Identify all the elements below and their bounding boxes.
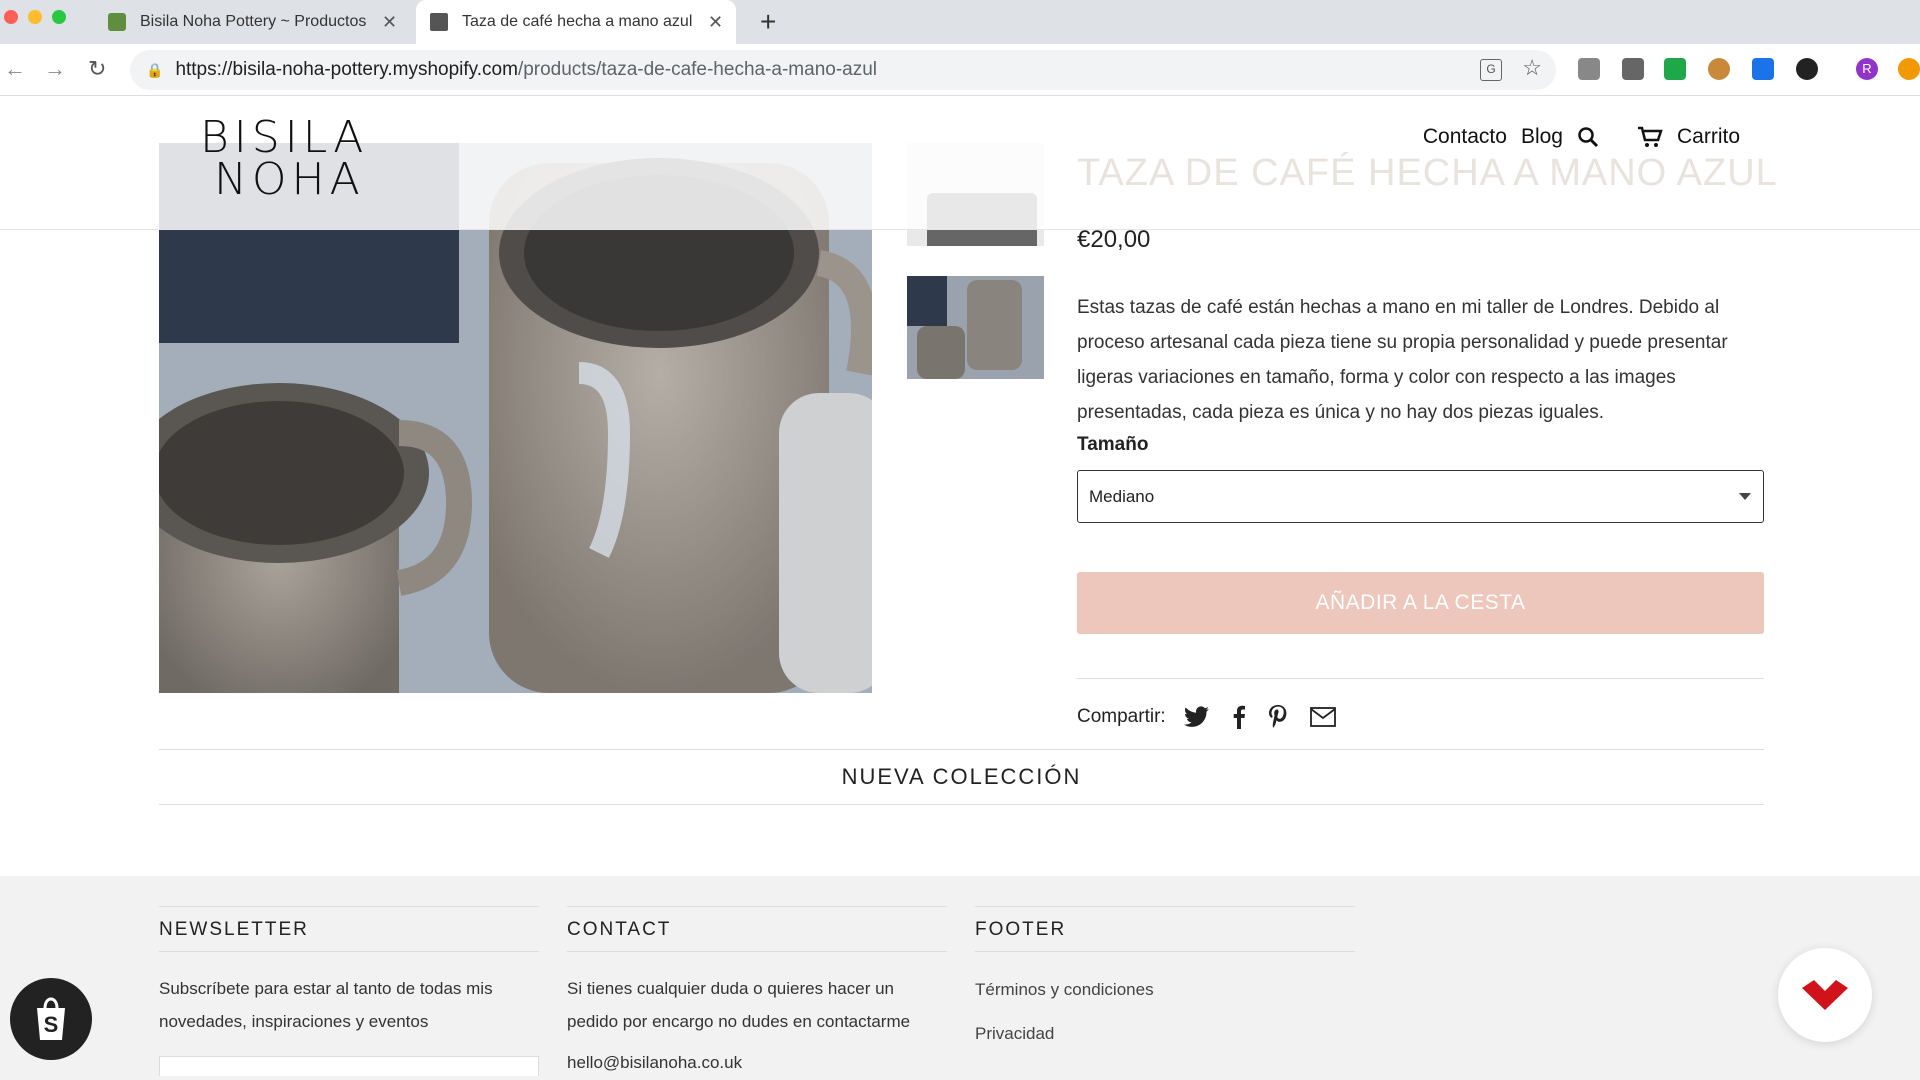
newsletter-text: Subscríbete para estar al tanto de todas… — [159, 979, 493, 1031]
page-favicon-icon — [430, 13, 448, 31]
tab-title: Taza de café hecha a mano azul — [462, 13, 693, 30]
footer: NEWSLETTER Subscríbete para estar al tan… — [0, 876, 1920, 1080]
cart-icon[interactable] — [1637, 126, 1663, 148]
nav-blog[interactable]: Blog — [1521, 125, 1563, 149]
bookmark-star-icon[interactable]: ☆ — [1522, 55, 1542, 81]
pinterest-icon[interactable] — [1268, 705, 1288, 729]
footer-newsletter: NEWSLETTER Subscríbete para estar al tan… — [159, 906, 539, 1076]
camera-extension-icon[interactable] — [1578, 58, 1600, 80]
browser-tab-bar: Bisila Noha Pottery ~ Productos ✕ Taza d… — [0, 0, 1920, 44]
maximize-window-button[interactable] — [52, 10, 66, 24]
add-to-cart-button[interactable]: AÑADIR A LA CESTA — [1077, 572, 1764, 634]
product-title: TAZA DE CAFÉ HECHA A MANO AZUL — [1077, 152, 1778, 194]
newsletter-heading: NEWSLETTER — [159, 906, 539, 952]
newsletter-email-input[interactable] — [159, 1056, 539, 1076]
logo[interactable]: BISILA NOHA — [200, 112, 369, 205]
address-bar[interactable]: 🔒 https://bisila-noha-pottery.myshopify.… — [130, 50, 1556, 90]
url-path: /products/taza-de-cafe-hecha-a-mano-azul — [517, 59, 878, 80]
share-label: Compartir: — [1077, 706, 1166, 727]
tab-productos[interactable]: Bisila Noha Pottery ~ Productos ✕ — [100, 0, 410, 44]
divider — [1077, 678, 1764, 679]
logo-line-1: BISILA — [200, 112, 369, 163]
chat-widget-icon[interactable] — [1778, 948, 1872, 1042]
shopify-favicon-icon — [108, 13, 126, 31]
back-icon[interactable]: ← — [4, 56, 26, 82]
share-bar: Compartir: — [1077, 705, 1336, 729]
contact-heading: CONTACT — [567, 906, 947, 952]
footer-links-heading: FOOTER — [975, 906, 1355, 952]
k-extension-icon[interactable] — [1796, 58, 1818, 80]
facebook-icon[interactable] — [1232, 705, 1246, 729]
collection-heading[interactable]: NUEVA COLECCIÓN — [159, 749, 1764, 805]
update-extension-icon[interactable] — [1898, 58, 1920, 80]
footer-contact: CONTACT Si tienes cualquier duda o quier… — [567, 906, 947, 1079]
contact-email-link[interactable]: hello@bisilanoha.co.uk — [567, 1046, 947, 1079]
search-icon[interactable] — [1577, 126, 1599, 148]
svg-text:S: S — [44, 1012, 59, 1037]
cookie-extension-icon[interactable] — [1708, 58, 1730, 80]
screen-extension-icon[interactable] — [1752, 58, 1774, 80]
tab-taza[interactable]: Taza de café hecha a mano azul ✕ — [416, 0, 736, 44]
minimize-window-button[interactable] — [28, 10, 42, 24]
footer-link-privacidad[interactable]: Privacidad — [975, 1024, 1355, 1044]
lock-icon: 🔒 — [146, 61, 164, 78]
profile-avatar[interactable]: R — [1856, 58, 1878, 80]
browser-toolbar: ← → ↻ 🔒 https://bisila-noha-pottery.mysh… — [0, 44, 1920, 96]
product-price: €20,00 — [1077, 226, 1151, 253]
translate-icon[interactable]: G — [1480, 59, 1502, 81]
chevron-down-icon — [1739, 493, 1751, 500]
nav-cart[interactable]: Carrito — [1677, 125, 1740, 149]
new-tab-icon[interactable]: + — [760, 6, 776, 38]
plus-extension-icon[interactable] — [1664, 58, 1686, 80]
nav-contacto[interactable]: Contacto — [1423, 125, 1507, 149]
logo-line-2: NOHA — [214, 154, 365, 205]
size-label: Tamaño — [1077, 434, 1149, 455]
size-select[interactable]: Mediano — [1077, 470, 1764, 523]
size-select-value: Mediano — [1089, 486, 1155, 506]
forward-icon[interactable]: → — [44, 56, 66, 82]
grammar-extension-icon[interactable] — [1622, 58, 1644, 80]
main-nav: Contacto Blog Carrito — [1423, 125, 1740, 149]
reload-icon[interactable]: ↻ — [88, 56, 106, 82]
twitter-icon[interactable] — [1183, 706, 1210, 728]
product-description: Estas tazas de café están hechas a mano … — [1077, 297, 1728, 423]
contact-text: Si tienes cualquier duda o quieres hacer… — [567, 979, 911, 1031]
mail-icon[interactable] — [1309, 707, 1336, 727]
close-window-button[interactable] — [4, 10, 18, 24]
close-tab-icon[interactable]: ✕ — [382, 12, 397, 33]
tab-title: Bisila Noha Pottery ~ Productos — [140, 13, 367, 30]
shopify-bag-icon[interactable]: S — [10, 978, 92, 1060]
footer-links: FOOTER Términos y condiciones Privacidad — [975, 906, 1355, 1044]
product-thumbnail-2[interactable] — [907, 276, 1044, 379]
footer-link-terminos[interactable]: Términos y condiciones — [975, 980, 1355, 1000]
close-tab-icon[interactable]: ✕ — [708, 12, 723, 33]
url-host: https://bisila-noha-pottery.myshopify.co… — [175, 59, 518, 80]
